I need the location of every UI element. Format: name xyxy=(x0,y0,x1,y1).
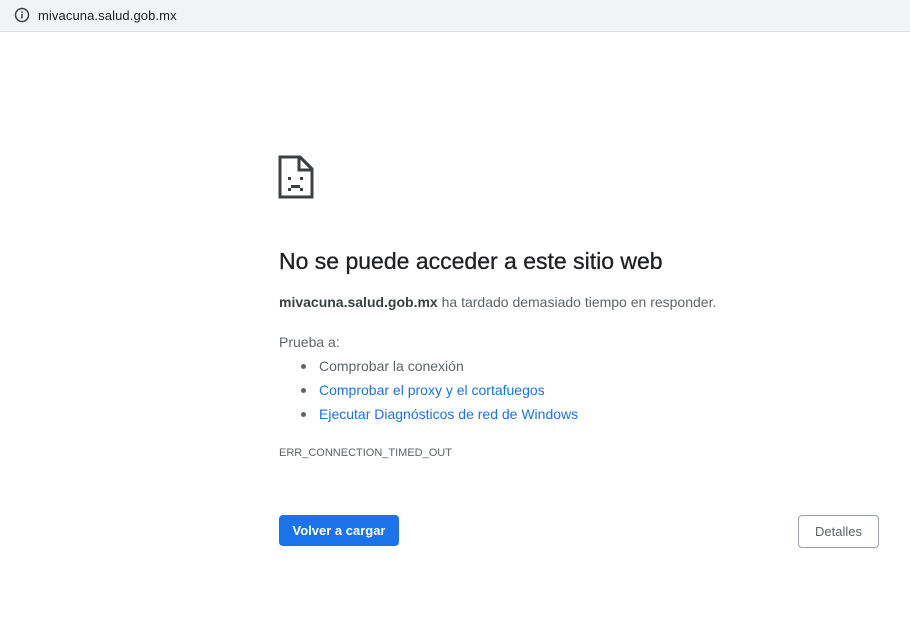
suggestion-check-connection: Comprobar la conexión xyxy=(300,357,578,381)
run-network-diagnostics-link[interactable]: Ejecutar Diagnósticos de red de Windows xyxy=(319,406,578,422)
suggestions-list: Comprobar la conexión Comprobar el proxy… xyxy=(300,357,578,429)
suggestion-label: Comprobar la conexión xyxy=(319,358,464,374)
summary-text: ha tardado demasiado tiempo en responder… xyxy=(437,294,717,310)
sad-page-icon xyxy=(278,155,314,199)
reload-button[interactable]: Volver a cargar xyxy=(279,515,399,546)
error-code: ERR_CONNECTION_TIMED_OUT xyxy=(279,447,452,459)
suggestion-check-proxy-firewall[interactable]: Comprobar el proxy y el cortafuegos xyxy=(300,381,578,405)
check-proxy-firewall-link[interactable]: Comprobar el proxy y el cortafuegos xyxy=(319,382,545,398)
summary-host: mivacuna.salud.gob.mx xyxy=(279,294,438,310)
try-label: Prueba a: xyxy=(279,334,340,350)
info-icon[interactable] xyxy=(14,7,30,23)
url-text[interactable]: mivacuna.salud.gob.mx xyxy=(38,7,177,24)
details-button[interactable]: Detalles xyxy=(798,515,879,548)
error-title: No se puede acceder a este sitio web xyxy=(279,248,663,274)
suggestion-run-diagnostics[interactable]: Ejecutar Diagnósticos de red de Windows xyxy=(300,405,578,429)
address-bar[interactable]: mivacuna.salud.gob.mx xyxy=(0,0,910,32)
error-summary: mivacuna.salud.gob.mx ha tardado demasia… xyxy=(279,293,716,311)
